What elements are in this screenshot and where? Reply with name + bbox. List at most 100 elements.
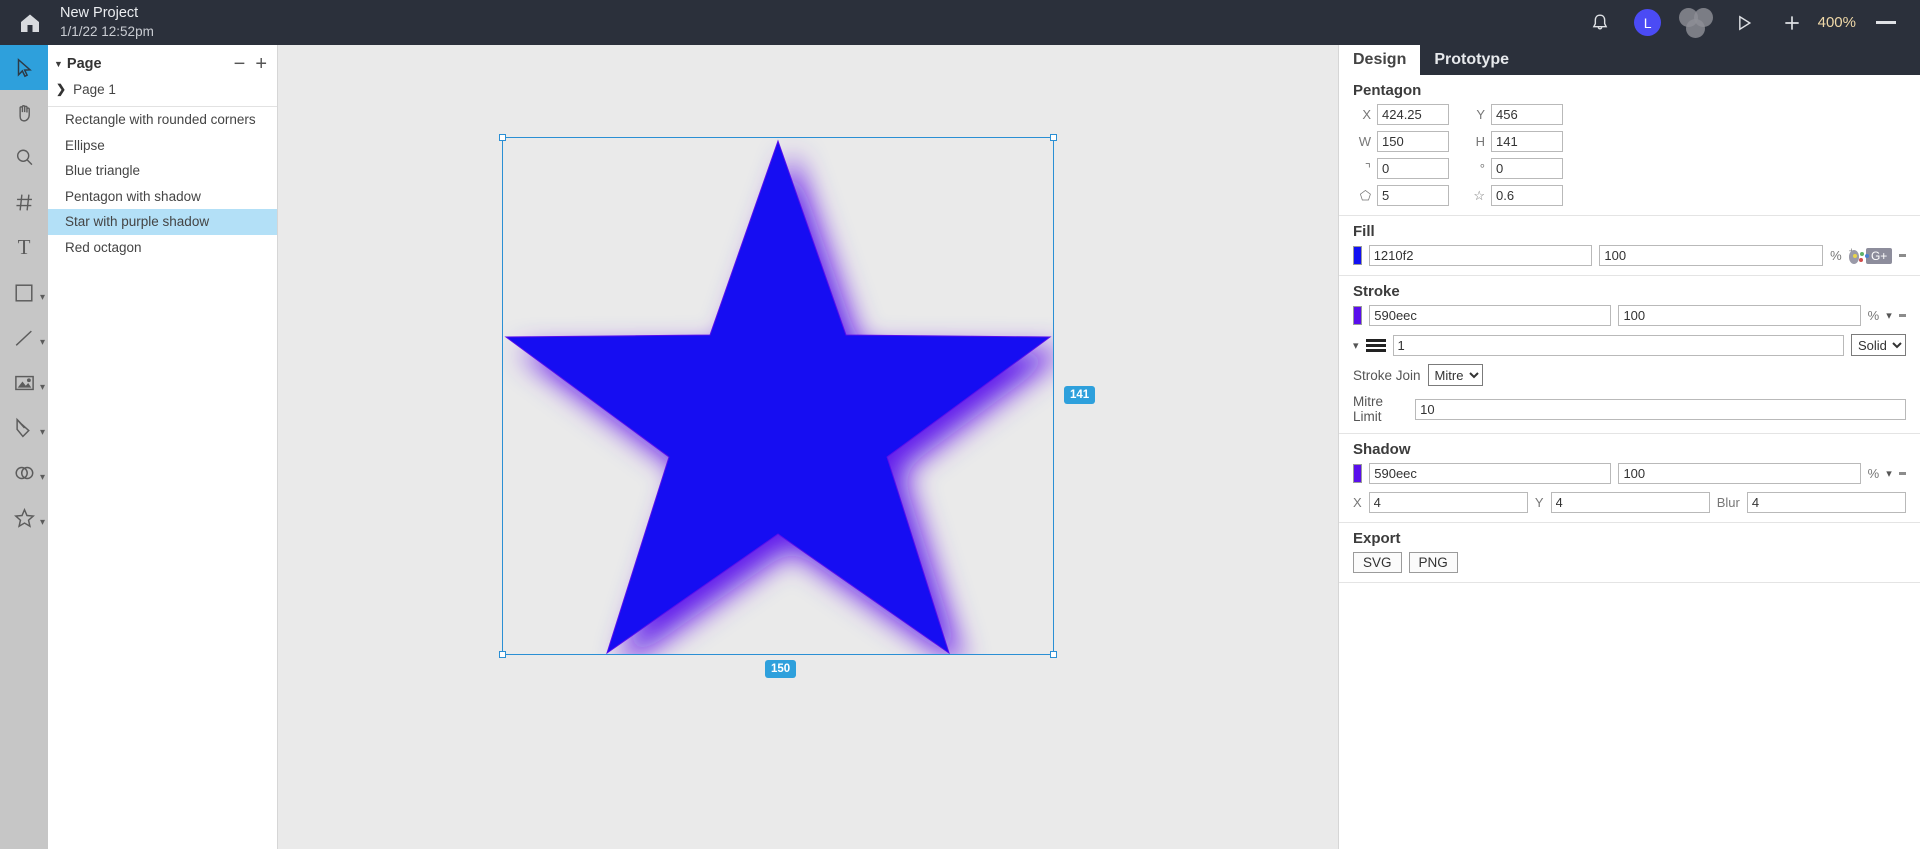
- home-icon[interactable]: [0, 11, 60, 35]
- layer-label: Red octagon: [65, 239, 142, 255]
- star-ratio-input[interactable]: [1491, 185, 1563, 206]
- stroke-section: Stroke % ▾ ▾ Solid Stroke Join M: [1339, 276, 1920, 434]
- bell-icon[interactable]: [1576, 0, 1624, 45]
- fill-hex-input[interactable]: [1368, 245, 1593, 266]
- stroke-style-select[interactable]: Solid: [1851, 334, 1906, 356]
- stroke-opacity-input[interactable]: [1618, 305, 1861, 326]
- mitre-limit-label: Mitre Limit: [1353, 394, 1383, 424]
- export-svg-button[interactable]: SVG: [1353, 552, 1402, 573]
- fill-opacity-input[interactable]: [1599, 245, 1824, 266]
- shadow-hex-input[interactable]: [1369, 463, 1612, 484]
- plus-icon[interactable]: [1768, 0, 1816, 45]
- stroke-percent-label: %: [1867, 308, 1880, 323]
- grid-tool[interactable]: [0, 180, 48, 225]
- shadow-color-swatch[interactable]: [1353, 464, 1363, 483]
- avatar[interactable]: L: [1624, 0, 1672, 45]
- image-tool[interactable]: ▾: [0, 360, 48, 405]
- remove-shadow-button[interactable]: [1898, 472, 1906, 475]
- palette-icon[interactable]: +: [1848, 246, 1869, 264]
- selection-box[interactable]: [499, 134, 1057, 658]
- remove-page-button[interactable]: −: [234, 54, 246, 74]
- zoom-tool[interactable]: [0, 135, 48, 180]
- layer-label: Star with purple shadow: [65, 214, 210, 230]
- export-png-button[interactable]: PNG: [1408, 552, 1458, 573]
- shadow-percent-label: %: [1867, 466, 1880, 481]
- sides-input[interactable]: [1377, 185, 1449, 206]
- pan-tool[interactable]: [0, 90, 48, 135]
- ellipse-tool[interactable]: ▾: [0, 450, 48, 495]
- avatar-initial: L: [1634, 9, 1662, 36]
- layer-item-ellipse[interactable]: Ellipse: [48, 133, 277, 159]
- star-icon: ☆: [1473, 187, 1485, 203]
- resize-handle-bottom-left[interactable]: [499, 651, 506, 658]
- height-badge: 141: [1064, 386, 1096, 405]
- fill-color-swatch[interactable]: [1353, 246, 1362, 265]
- project-date: 1/1/22 12:52pm: [60, 24, 154, 40]
- w-input[interactable]: [1377, 131, 1449, 152]
- layers-panel: ▼ Page − + ❯ Page 1 Rectangle with round…: [48, 45, 278, 849]
- chevron-down-icon: ▾: [39, 382, 45, 393]
- canvas-area[interactable]: 141 150: [278, 45, 1338, 849]
- geometry-grid: X Y W H ⌝ ° ⬠ ☆: [1353, 104, 1906, 206]
- text-tool[interactable]: T: [0, 225, 48, 270]
- page-row[interactable]: ❯ Page 1: [48, 77, 277, 101]
- design-panel: Design Prototype Pentagon X Y W H ⌝ °: [1338, 45, 1920, 849]
- resize-handle-top-left[interactable]: [499, 134, 506, 141]
- caret-down-icon[interactable]: ▼: [54, 59, 63, 69]
- layer-item-octagon[interactable]: Red octagon: [48, 235, 277, 261]
- minus-icon[interactable]: [1862, 0, 1910, 45]
- shape-name: Pentagon: [1353, 82, 1422, 99]
- stroke-hex-input[interactable]: [1369, 305, 1612, 326]
- chevron-down-icon: ▾: [39, 517, 45, 528]
- mitre-limit-input[interactable]: [1415, 398, 1906, 420]
- caret-down-icon[interactable]: ▾: [1353, 339, 1359, 352]
- pentagon-icon: ⬠: [1359, 187, 1371, 203]
- x-input[interactable]: [1377, 104, 1449, 125]
- gradient-button[interactable]: G+: [1865, 247, 1893, 264]
- rotation-input[interactable]: [1491, 158, 1563, 179]
- project-info: New Project 1/1/22 12:52pm: [60, 4, 154, 42]
- shadow-opacity-input[interactable]: [1618, 463, 1861, 484]
- shape-tool[interactable]: ▾: [0, 270, 48, 315]
- corner-radius-icon: ⌝: [1364, 160, 1371, 176]
- stroke-weight-icon: [1365, 338, 1386, 352]
- top-bar-actions: L 400%: [1576, 0, 1920, 45]
- y-input[interactable]: [1491, 104, 1563, 125]
- resize-handle-bottom-right[interactable]: [1050, 651, 1057, 658]
- h-input[interactable]: [1491, 131, 1563, 152]
- zoom-level[interactable]: 400%: [1816, 14, 1862, 31]
- select-tool[interactable]: [0, 45, 48, 90]
- line-tool[interactable]: ▾: [0, 315, 48, 360]
- chevron-right-icon[interactable]: ❯: [56, 82, 66, 96]
- remove-fill-button[interactable]: [1899, 254, 1906, 257]
- tab-prototype[interactable]: Prototype: [1420, 45, 1523, 75]
- tool-palette: T ▾ ▾ ▾ ▾ ▾ ▾: [0, 45, 48, 849]
- shadow-x-label: X: [1353, 495, 1362, 510]
- add-page-button[interactable]: +: [255, 54, 267, 74]
- layer-label: Blue triangle: [65, 163, 141, 179]
- star-tool[interactable]: ▾: [0, 495, 48, 540]
- layer-item-pentagon[interactable]: Pentagon with shadow: [48, 184, 277, 210]
- resize-handle-top-right[interactable]: [1050, 134, 1057, 141]
- shadow-blur-input[interactable]: [1746, 492, 1906, 513]
- layer-item-rectangle[interactable]: Rectangle with rounded corners: [48, 107, 277, 133]
- tab-design[interactable]: Design: [1339, 45, 1421, 75]
- play-icon[interactable]: [1720, 0, 1768, 45]
- remove-stroke-button[interactable]: [1898, 314, 1906, 317]
- shadow-y-label: Y: [1534, 495, 1544, 510]
- venn-circles-icon[interactable]: [1672, 0, 1720, 45]
- corner-radius-input[interactable]: [1377, 158, 1449, 179]
- chevron-down-icon[interactable]: ▾: [1886, 309, 1892, 322]
- pen-tool[interactable]: ▾: [0, 405, 48, 450]
- fill-percent-label: %: [1830, 248, 1842, 263]
- stroke-join-select[interactable]: Mitre: [1427, 364, 1483, 386]
- chevron-down-icon[interactable]: ▾: [1886, 467, 1892, 480]
- layer-item-star[interactable]: Star with purple shadow: [48, 209, 277, 235]
- stroke-color-swatch[interactable]: [1353, 306, 1363, 325]
- shadow-y-input[interactable]: [1550, 492, 1710, 513]
- layer-item-triangle[interactable]: Blue triangle: [48, 158, 277, 184]
- layer-label: Pentagon with shadow: [65, 188, 201, 204]
- export-section: Export SVG PNG: [1339, 523, 1920, 583]
- stroke-weight-input[interactable]: [1392, 334, 1844, 356]
- shadow-x-input[interactable]: [1368, 492, 1528, 513]
